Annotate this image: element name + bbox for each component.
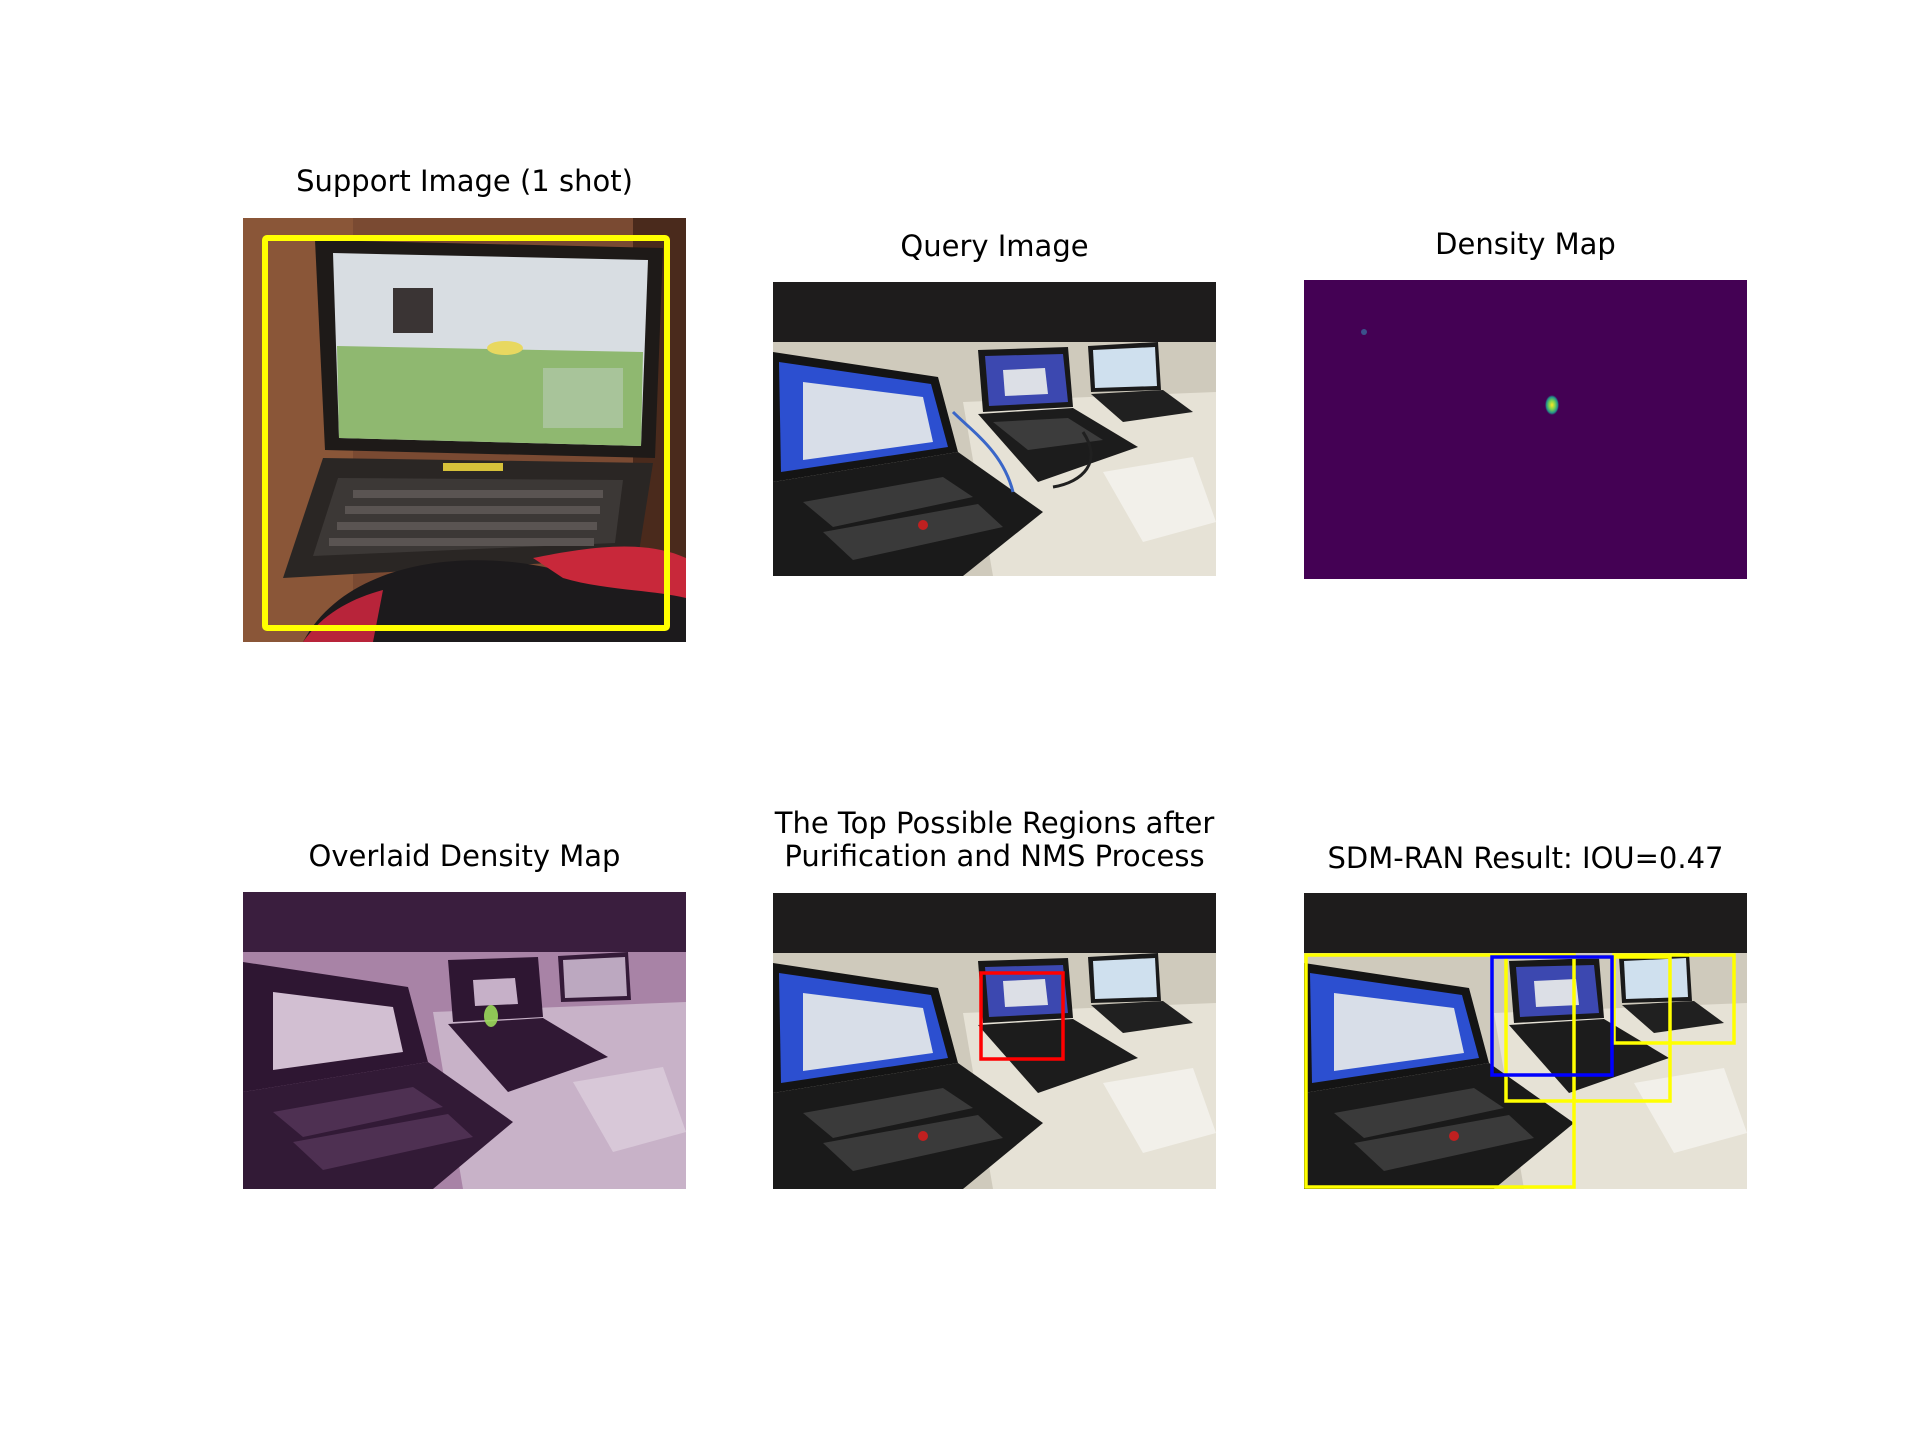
result-canvas <box>1304 893 1747 1189</box>
regions-title-line2: Purification and NMS Process <box>784 839 1205 873</box>
support-image <box>243 218 686 642</box>
support-image-canvas <box>243 218 686 642</box>
top-regions-canvas <box>773 893 1216 1189</box>
density-map <box>1304 280 1747 579</box>
density-peak <box>1545 395 1559 415</box>
density-map-canvas <box>1304 280 1747 579</box>
overlaid-density-map <box>243 892 686 1189</box>
query-image-canvas <box>773 282 1216 576</box>
regions-title: The Top Possible Regions after Purificat… <box>733 807 1256 873</box>
support-image-title: Support Image (1 shot) <box>296 164 633 198</box>
overlaid-density-canvas <box>243 892 686 1189</box>
top-regions-image <box>773 893 1216 1189</box>
result-image <box>1304 893 1747 1189</box>
query-image <box>773 282 1216 576</box>
regions-title-line1: The Top Possible Regions after <box>774 806 1215 840</box>
overlaid-density-title: Overlaid Density Map <box>308 839 621 873</box>
density-map-title: Density Map <box>1435 227 1616 261</box>
query-image-title: Query Image <box>900 229 1089 263</box>
overlay-density-peak <box>484 1005 498 1027</box>
result-title: SDM-RAN Result: IOU=0.47 <box>1327 841 1724 875</box>
